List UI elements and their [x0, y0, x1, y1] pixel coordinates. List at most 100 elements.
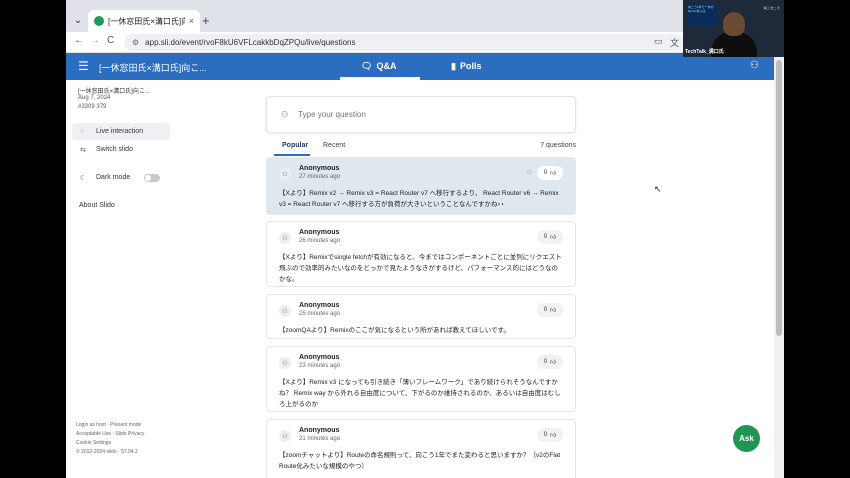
sidebar-item-dark-mode[interactable]: ☾ Dark mode: [72, 169, 170, 186]
tab-strip: ⌄ [一休窓田氏×溝口氏]向こう一年 × +: [66, 0, 784, 32]
tab-polls-label: Polls: [459, 61, 482, 71]
chat-icon: ◌: [80, 128, 85, 135]
question-sort-tabs: Popular Recent 7 questions: [274, 140, 576, 157]
slido-favicon-icon: [94, 16, 104, 26]
translate-icon[interactable]: 文: [670, 36, 679, 49]
like-button[interactable]: 0 👍︎: [537, 355, 563, 369]
thumbs-up-icon: 👍︎: [550, 433, 557, 439]
question-card: ⚇ Anonymous 23 minutes ago 0 👍︎ 【Xより】Remi…: [266, 346, 576, 412]
copyright: © 2012-2024 slido · 57.94.2: [76, 449, 138, 455]
forward-button[interactable]: →: [90, 35, 100, 46]
question-time: 27 minutes ago: [299, 174, 341, 180]
about-slido-link[interactable]: About Slido: [79, 202, 115, 209]
mouse-cursor-icon: ↖: [654, 184, 662, 194]
avatar-icon: ⚇: [279, 168, 291, 180]
tab-qa-label: Q&A: [376, 61, 397, 71]
presentation-thumbnail-text: 向こう1年で一休のRemix導入は: [688, 5, 714, 13]
dark-mode-toggle[interactable]: [144, 173, 161, 182]
sidebar: [一休窓田氏×溝口氏]向こ... Aug 7, 2024 #3309 379 ◌…: [66, 80, 184, 478]
question-time: 21 minutes ago: [299, 436, 341, 442]
browser-tab[interactable]: [一休窓田氏×溝口氏]向こう一年 ×: [88, 10, 200, 32]
sidebar-item-live-interaction[interactable]: ◌ Live interaction: [72, 123, 170, 140]
browser-window: ⌄ [一休窓田氏×溝口氏]向こう一年 × + ← → C ⚙ app.sli.d…: [66, 0, 784, 478]
close-tab-icon[interactable]: ×: [189, 16, 194, 26]
question-text: 【Xより】Remix v2 → Remix v3 = React Router …: [279, 190, 559, 208]
active-tab-indicator: [340, 77, 420, 80]
question-text: 【zoomチャットより】Routeの命名規則って、向こう1年でまた変わると思いま…: [279, 452, 561, 470]
question-author: Anonymous: [299, 427, 340, 434]
cookie-settings-link[interactable]: Cookie Settings: [76, 440, 111, 446]
sidebar-event-name: [一休窓田氏×溝口氏]向こ...: [78, 89, 150, 95]
sidebar-event-date: Aug 7, 2024: [78, 95, 111, 101]
question-card: ⚇ Anonymous 25 minutes ago 0 👍︎ 【zoomQAより…: [266, 294, 576, 339]
question-author: Anonymous: [299, 165, 340, 172]
like-count: 0: [543, 432, 548, 438]
sidebar-item-label: Dark mode: [96, 174, 131, 181]
like-button[interactable]: 0 👍︎: [537, 428, 563, 442]
question-text: 【zoomQAより】Remixのここが気になるという所があれば教えてほしいです。: [279, 327, 510, 334]
tab-recent[interactable]: Recent: [323, 142, 345, 149]
back-button[interactable]: ←: [74, 35, 84, 46]
question-count: 7 questions: [540, 142, 576, 149]
webcam-overlay: 向こう1年で一休のRemix導入は 溝口 浩二 氏 TechTalk_溝口氏: [683, 0, 784, 57]
like-button[interactable]: 0 👍︎: [537, 230, 563, 244]
thumbs-up-icon: 👍︎: [550, 235, 557, 241]
tab-popular[interactable]: Popular: [282, 142, 308, 149]
bar-chart-icon: ▮: [451, 61, 456, 71]
sidebar-item-label: Live interaction: [96, 128, 144, 135]
avatar-icon: ⚇: [279, 305, 291, 317]
like-button[interactable]: 0 👍︎: [537, 166, 563, 180]
thumbs-up-icon: 👍︎: [550, 308, 557, 314]
avatar-icon: ⚇: [281, 110, 289, 119]
sidebar-event-code: #3309 379: [78, 104, 107, 110]
address-bar[interactable]: ⚙ app.sli.do/event/rvoF8kU6VFLcakkbDqZPQ…: [124, 34, 684, 51]
footer-links[interactable]: Login as host · Present mode: [76, 422, 141, 428]
tab-title: [一休窓田氏×溝口氏]向こう一年: [108, 16, 185, 26]
new-tab-button[interactable]: +: [202, 13, 210, 28]
install-icon[interactable]: ▭: [654, 36, 663, 47]
like-count: 0: [543, 170, 548, 176]
question-card: ⚇ Anonymous 27 minutes ago ☆ 0 👍︎ 【Xより】Re…: [266, 157, 576, 215]
tab-polls[interactable]: ▮ Polls: [451, 61, 481, 72]
thumbs-up-icon: 👍︎: [550, 360, 557, 366]
question-input-box[interactable]: ⚇: [266, 96, 576, 133]
browser-toolbar: ← → C ⚙ app.sli.do/event/rvoF8kU6VFLcakk…: [66, 32, 784, 53]
question-author: Anonymous: [299, 354, 340, 361]
question-author: Anonymous: [299, 302, 340, 309]
active-sort-indicator: [274, 154, 310, 156]
thumbs-up-icon: 👍︎: [550, 171, 557, 177]
question-input[interactable]: [298, 110, 559, 119]
switch-icon: ⇆: [80, 146, 86, 154]
ask-button[interactable]: Ask: [733, 425, 760, 452]
qa-icon: 🗨: [361, 61, 373, 71]
question-time: 23 minutes ago: [299, 363, 341, 369]
like-count: 0: [543, 359, 548, 365]
speaker-head: [723, 12, 745, 36]
footer-links[interactable]: Acceptable Use · Slido Privacy: [76, 431, 144, 437]
tab-qa[interactable]: 🗨 Q&A: [361, 61, 396, 72]
like-button[interactable]: 0 👍︎: [537, 303, 563, 317]
url-text: app.sli.do/event/rvoF8kU6VFLcakkbDqZPQu/…: [145, 38, 356, 47]
question-text: 【Xより】Remixでsingle fetchが有効になると、今まではコンポーネ…: [279, 254, 562, 283]
speaker-name-label: TechTalk_溝口氏: [685, 49, 724, 55]
like-count: 0: [543, 307, 548, 313]
star-icon[interactable]: ☆: [526, 168, 533, 177]
scrollbar-thumb[interactable]: [776, 60, 782, 336]
moon-icon: ☾: [80, 174, 87, 182]
like-count: 0: [543, 234, 548, 240]
speaker-corner-text: 溝口 浩二 氏: [763, 6, 780, 10]
question-time: 26 minutes ago: [299, 238, 341, 244]
reload-button[interactable]: C: [107, 35, 114, 46]
question-author: Anonymous: [299, 229, 340, 236]
event-title: [一休窓田氏×溝口氏]向こ...: [99, 63, 207, 73]
sidebar-item-switch-slido[interactable]: ⇆ Switch slido: [72, 141, 170, 158]
tab-search-button[interactable]: ⌄: [70, 12, 86, 28]
question-text: 【Xより】Remix v3 になっても引き続き「薄いフレームワーク」であり続けら…: [279, 379, 561, 408]
user-icon[interactable]: ⚇: [750, 60, 759, 71]
site-info-icon[interactable]: ⚙: [132, 38, 139, 47]
question-card: ⚇ Anonymous 26 minutes ago 0 👍︎ 【Xより】Remi…: [266, 221, 576, 287]
app-header: ☰ [一休窓田氏×溝口氏]向こ... 🗨 Q&A ▮ Polls ⚇: [66, 53, 784, 80]
question-time: 25 minutes ago: [299, 311, 341, 317]
hamburger-icon[interactable]: ☰: [78, 59, 89, 73]
avatar-icon: ⚇: [279, 357, 291, 369]
